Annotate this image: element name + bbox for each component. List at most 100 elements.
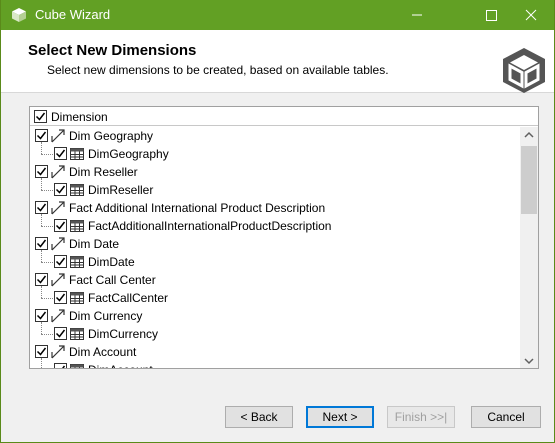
chevron-down-icon (524, 358, 534, 365)
table-label: FactAdditionalInternationalProductDescri… (88, 219, 332, 233)
dimension-checkbox[interactable] (35, 237, 48, 250)
table-label: DimGeography (88, 147, 169, 161)
tree-connector (41, 190, 53, 191)
select-all-checkbox[interactable] (34, 110, 47, 123)
cube-wizard-logo-icon (503, 48, 545, 93)
minimize-icon (412, 14, 422, 16)
cube-wizard-window: Cube Wizard Select New Dimensions Select… (0, 0, 555, 443)
cube-icon (12, 8, 26, 22)
vertical-scrollbar[interactable] (520, 127, 538, 368)
table-checkbox[interactable] (54, 219, 67, 232)
dimension-label: Dim Currency (69, 309, 143, 323)
checkmark-icon (55, 329, 66, 338)
table-icon (70, 328, 84, 340)
dimension-icon (51, 129, 65, 143)
checkmark-icon (36, 239, 47, 248)
dimension-checkbox[interactable] (35, 165, 48, 178)
tree-connector (41, 322, 42, 334)
tree-connector (41, 142, 42, 154)
title-bar[interactable]: Cube Wizard (1, 0, 554, 30)
dimension-checkbox[interactable] (35, 309, 48, 322)
tree-column-header[interactable]: Dimension (30, 107, 538, 126)
back-button[interactable]: < Back (225, 406, 293, 428)
tree-row-dimension[interactable]: Dim Reseller (30, 163, 520, 181)
table-checkbox[interactable] (54, 255, 67, 268)
table-label: FactCallCenter (88, 291, 169, 305)
dimension-label: Fact Additional International Product De… (69, 201, 326, 215)
tree-row-table[interactable]: FactAdditionalInternationalProductDescri… (30, 214, 520, 235)
tree-connector (41, 358, 42, 368)
scroll-up-button[interactable] (520, 127, 538, 144)
dimension-checkbox[interactable] (35, 345, 48, 358)
tree-body: Dim Geography DimGeography Dim Reseller Dim… (30, 127, 520, 368)
dimension-checkbox[interactable] (35, 273, 48, 286)
dimension-icon (51, 345, 65, 359)
tree-row-dimension[interactable]: Dim Geography (30, 127, 520, 145)
table-icon (70, 184, 84, 196)
tree-row-table[interactable]: DimGeography (30, 142, 520, 163)
tree-row-dimension[interactable]: Fact Additional International Product De… (30, 199, 520, 217)
dimension-icon (51, 309, 65, 323)
table-checkbox[interactable] (54, 147, 67, 160)
dimension-label: Dim Reseller (69, 165, 138, 179)
table-checkbox[interactable] (54, 291, 67, 304)
window-title: Cube Wizard (35, 7, 111, 22)
dimension-icon (51, 165, 65, 179)
table-icon (70, 256, 84, 268)
scroll-down-button[interactable] (520, 352, 538, 368)
tree-connector (41, 334, 53, 335)
page-subtitle: Select new dimensions to be created, bas… (47, 63, 389, 77)
dimension-checkbox[interactable] (35, 201, 48, 214)
tree-row-dimension[interactable]: Dim Account (30, 343, 520, 361)
table-checkbox[interactable] (54, 327, 67, 340)
table-icon (70, 364, 84, 368)
tree-row-dimension[interactable]: Fact Call Center (30, 271, 520, 289)
tree-row-table[interactable]: DimReseller (30, 178, 520, 199)
checkmark-icon (36, 203, 47, 212)
table-checkbox[interactable] (54, 363, 67, 368)
dimension-checkbox[interactable] (35, 129, 48, 142)
dimension-tree[interactable]: Dimension Dim Geography DimGeography Dim R… (29, 106, 539, 369)
page-title: Select New Dimensions (28, 42, 197, 59)
tree-row-dimension[interactable]: Dim Date (30, 235, 520, 253)
table-icon (70, 220, 84, 232)
checkmark-icon (36, 311, 47, 320)
next-button[interactable]: Next > (306, 406, 374, 428)
tree-connector (41, 298, 53, 299)
checkmark-icon (62, 365, 66, 368)
dimension-label: Fact Call Center (69, 273, 156, 287)
dimension-icon (51, 237, 65, 251)
checkmark-icon (36, 131, 47, 140)
checkmark-icon (35, 112, 46, 121)
table-checkbox[interactable] (54, 183, 67, 196)
table-label: DimDate (88, 255, 135, 269)
wizard-header: Select New Dimensions Select new dimensi… (1, 30, 554, 93)
table-label: DimCurrency (88, 327, 159, 341)
table-label: DimAccount (88, 363, 153, 368)
tree-row-dimension[interactable]: Dim Currency (30, 307, 520, 325)
dimension-icon (51, 201, 65, 215)
tree-row-table[interactable]: DimDate (30, 250, 520, 271)
dimension-label: Dim Account (69, 345, 137, 359)
tree-row-table[interactable]: DimCurrency (30, 322, 520, 343)
scroll-thumb[interactable] (521, 146, 537, 214)
tree-row-table[interactable]: FactCallCenter (30, 286, 520, 307)
checkmark-icon (55, 221, 66, 230)
table-label: DimReseller (88, 183, 154, 197)
checkmark-icon (36, 275, 47, 284)
table-icon (70, 292, 84, 304)
dimension-icon (51, 273, 65, 287)
tree-connector (41, 262, 53, 263)
tree-connector (41, 178, 42, 190)
finish-button[interactable]: Finish >>| (387, 406, 455, 428)
tree-connector (41, 250, 42, 262)
cancel-button[interactable]: Cancel (471, 406, 541, 428)
tree-header-label: Dimension (51, 110, 108, 124)
table-icon (70, 148, 84, 160)
close-button[interactable] (508, 0, 554, 30)
checkmark-icon (55, 293, 66, 302)
minimize-button[interactable] (394, 0, 440, 30)
tree-row-table[interactable]: DimAccount (30, 358, 520, 368)
close-icon (525, 9, 537, 21)
checkmark-icon (36, 347, 47, 356)
